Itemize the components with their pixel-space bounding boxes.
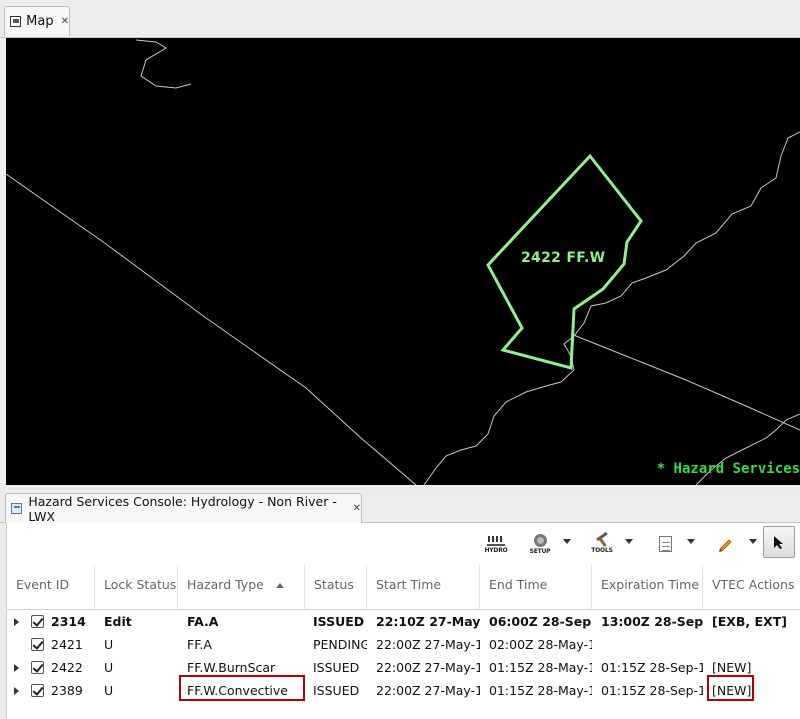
setup-dropdown-arrow-icon[interactable] <box>563 539 571 544</box>
column-header-sorted[interactable]: Hazard Type <box>178 565 305 609</box>
expand-arrow-icon[interactable] <box>14 618 19 626</box>
end-time-cell: 01:15Z 28-May-18 <box>489 660 592 675</box>
table-row[interactable]: 2421 U FF.A PENDING 22:00Z 27-May-18 02:… <box>7 633 800 656</box>
lock-status-cell: Edit <box>104 614 132 629</box>
county-boundary <box>570 333 800 431</box>
expiration-time-cell: 13:00Z 28-Sep-18 <box>601 614 703 629</box>
map-view: Map ✕ 2422 FF.W * Hazard Services <box>0 0 800 487</box>
table-row[interactable]: 2314 Edit FA.A ISSUED 22:10Z 27-May-18 0… <box>7 610 800 633</box>
column-header[interactable]: VTEC Actions <box>703 565 800 609</box>
end-time-cell: 06:00Z 28-Sep-18 <box>489 614 592 629</box>
status-cell: ISSUED <box>313 683 360 698</box>
expand-arrow-icon[interactable] <box>14 664 19 672</box>
start-time-cell: 22:00Z 27-May-18 <box>376 683 480 698</box>
tab-console-label: Hazard Services Console: Hydrology - Non… <box>28 493 337 524</box>
expiration-time-cell: 01:15Z 28-Sep-18 <box>601 660 703 675</box>
polygon-label: 2422 FF.W <box>521 250 606 266</box>
column-header[interactable]: Start Time <box>367 565 480 609</box>
expand-arrow-icon[interactable] <box>14 687 19 695</box>
column-header-label: Hazard Type <box>187 577 264 592</box>
hazard-type-cell: FF.A <box>187 637 212 652</box>
console-panel: HYDRO SETUP TOOLS Event ID Lock Status H… <box>6 523 800 719</box>
start-time-cell: 22:00Z 27-May-18 <box>376 660 480 675</box>
river-boundary <box>135 39 192 89</box>
row-checkbox[interactable] <box>31 684 44 697</box>
draw-dropdown-arrow-icon[interactable] <box>749 539 757 544</box>
select-arrow-icon <box>774 536 783 549</box>
tools-dropdown-arrow-icon[interactable] <box>625 539 633 544</box>
tab-map-label: Map <box>26 14 54 29</box>
county-boundary <box>6 173 417 485</box>
table-header: Event ID Lock Status Hazard Type Status … <box>7 565 800 609</box>
hydro-button[interactable]: HYDRO <box>483 529 509 559</box>
hydro-label: HYDRO <box>484 547 508 554</box>
tab-console[interactable]: Hazard Services Console: Hydrology - Non… <box>5 493 362 524</box>
status-cell: PENDING <box>313 637 367 652</box>
event-id-cell: 2314 <box>51 614 86 629</box>
map-canvas[interactable]: 2422 FF.W * Hazard Services <box>6 38 800 485</box>
hazard-type-cell: FF.W.BurnScar <box>187 660 276 675</box>
row-checkbox[interactable] <box>31 615 44 628</box>
status-cell: ISSUED <box>313 614 365 629</box>
event-id-cell: 2422 <box>51 660 83 675</box>
sort-ascending-icon <box>275 583 284 588</box>
vtec-actions-cell <box>708 633 800 656</box>
tools-button[interactable]: TOOLS <box>589 529 615 559</box>
lock-status-cell: U <box>104 683 114 698</box>
lock-status-cell: U <box>104 660 114 675</box>
select-tool-button[interactable] <box>763 526 795 558</box>
tab-map[interactable]: Map ✕ <box>4 6 70 36</box>
gear-icon <box>533 533 547 547</box>
lock-status-cell: U <box>104 637 114 652</box>
document-icon <box>658 536 672 552</box>
start-time-cell: 22:10Z 27-May-18 <box>376 614 480 629</box>
setup-label: SETUP <box>529 547 551 555</box>
console-icon <box>11 503 23 514</box>
products-dropdown-arrow-icon[interactable] <box>687 539 695 544</box>
close-icon[interactable]: ✕ <box>61 16 69 27</box>
table-body: 2314 Edit FA.A ISSUED 22:10Z 27-May-18 0… <box>7 609 800 702</box>
column-header[interactable]: Expiration Time <box>592 565 703 609</box>
column-header[interactable]: End Time <box>480 565 592 609</box>
hazard-type-cell: FA.A <box>187 614 219 629</box>
hazard-services-watermark: * Hazard Services <box>656 461 800 477</box>
map-tab-bar: Map ✕ <box>0 0 800 38</box>
row-checkbox[interactable] <box>31 638 44 651</box>
event-id-cell: 2421 <box>51 637 83 652</box>
setup-button[interactable]: SETUP <box>527 529 553 559</box>
vtec-actions-cell: [NEW] <box>712 660 752 675</box>
event-id-cell: 2389 <box>51 683 83 698</box>
hazard-type-cell: FF.W.Convective <box>187 683 288 698</box>
tools-icon <box>593 534 611 546</box>
close-icon[interactable]: ✕ <box>353 503 361 514</box>
tools-label: TOOLS <box>591 547 613 554</box>
column-header[interactable]: Status <box>305 565 367 609</box>
pencil-icon <box>719 539 732 552</box>
console-toolbar: HYDRO SETUP TOOLS <box>7 523 800 565</box>
vtec-actions-cell: [NEW] <box>712 683 752 698</box>
start-time-cell: 22:00Z 27-May-18 <box>376 637 480 652</box>
end-time-cell: 01:15Z 28-May-18 <box>489 683 592 698</box>
column-header[interactable]: Event ID <box>7 565 95 609</box>
row-checkbox[interactable] <box>31 661 44 674</box>
expiration-time-cell: 01:15Z 28-Sep-18 <box>601 683 703 698</box>
hazard-table: Event ID Lock Status Hazard Type Status … <box>7 565 800 702</box>
console-tab-bar: Hazard Services Console: Hydrology - Non… <box>0 489 800 524</box>
vtec-actions-cell: [EXB, EXT] <box>712 614 787 629</box>
table-row[interactable]: 2389 U FF.W.Convective ISSUED 22:00Z 27-… <box>7 679 800 702</box>
table-row[interactable]: 2422 U FF.W.BurnScar ISSUED 22:00Z 27-Ma… <box>7 656 800 679</box>
end-time-cell: 02:00Z 28-May-18 <box>489 637 592 652</box>
console-view: Hazard Services Console: Hydrology - Non… <box>0 489 800 719</box>
draw-button[interactable] <box>713 529 737 559</box>
status-cell: ISSUED <box>313 660 360 675</box>
products-button[interactable] <box>655 529 675 559</box>
hydro-icon <box>487 534 505 546</box>
expiration-time-cell <box>597 633 703 656</box>
column-header[interactable]: Lock Status <box>95 565 178 609</box>
map-icon <box>10 16 22 27</box>
map-svg <box>6 39 800 485</box>
